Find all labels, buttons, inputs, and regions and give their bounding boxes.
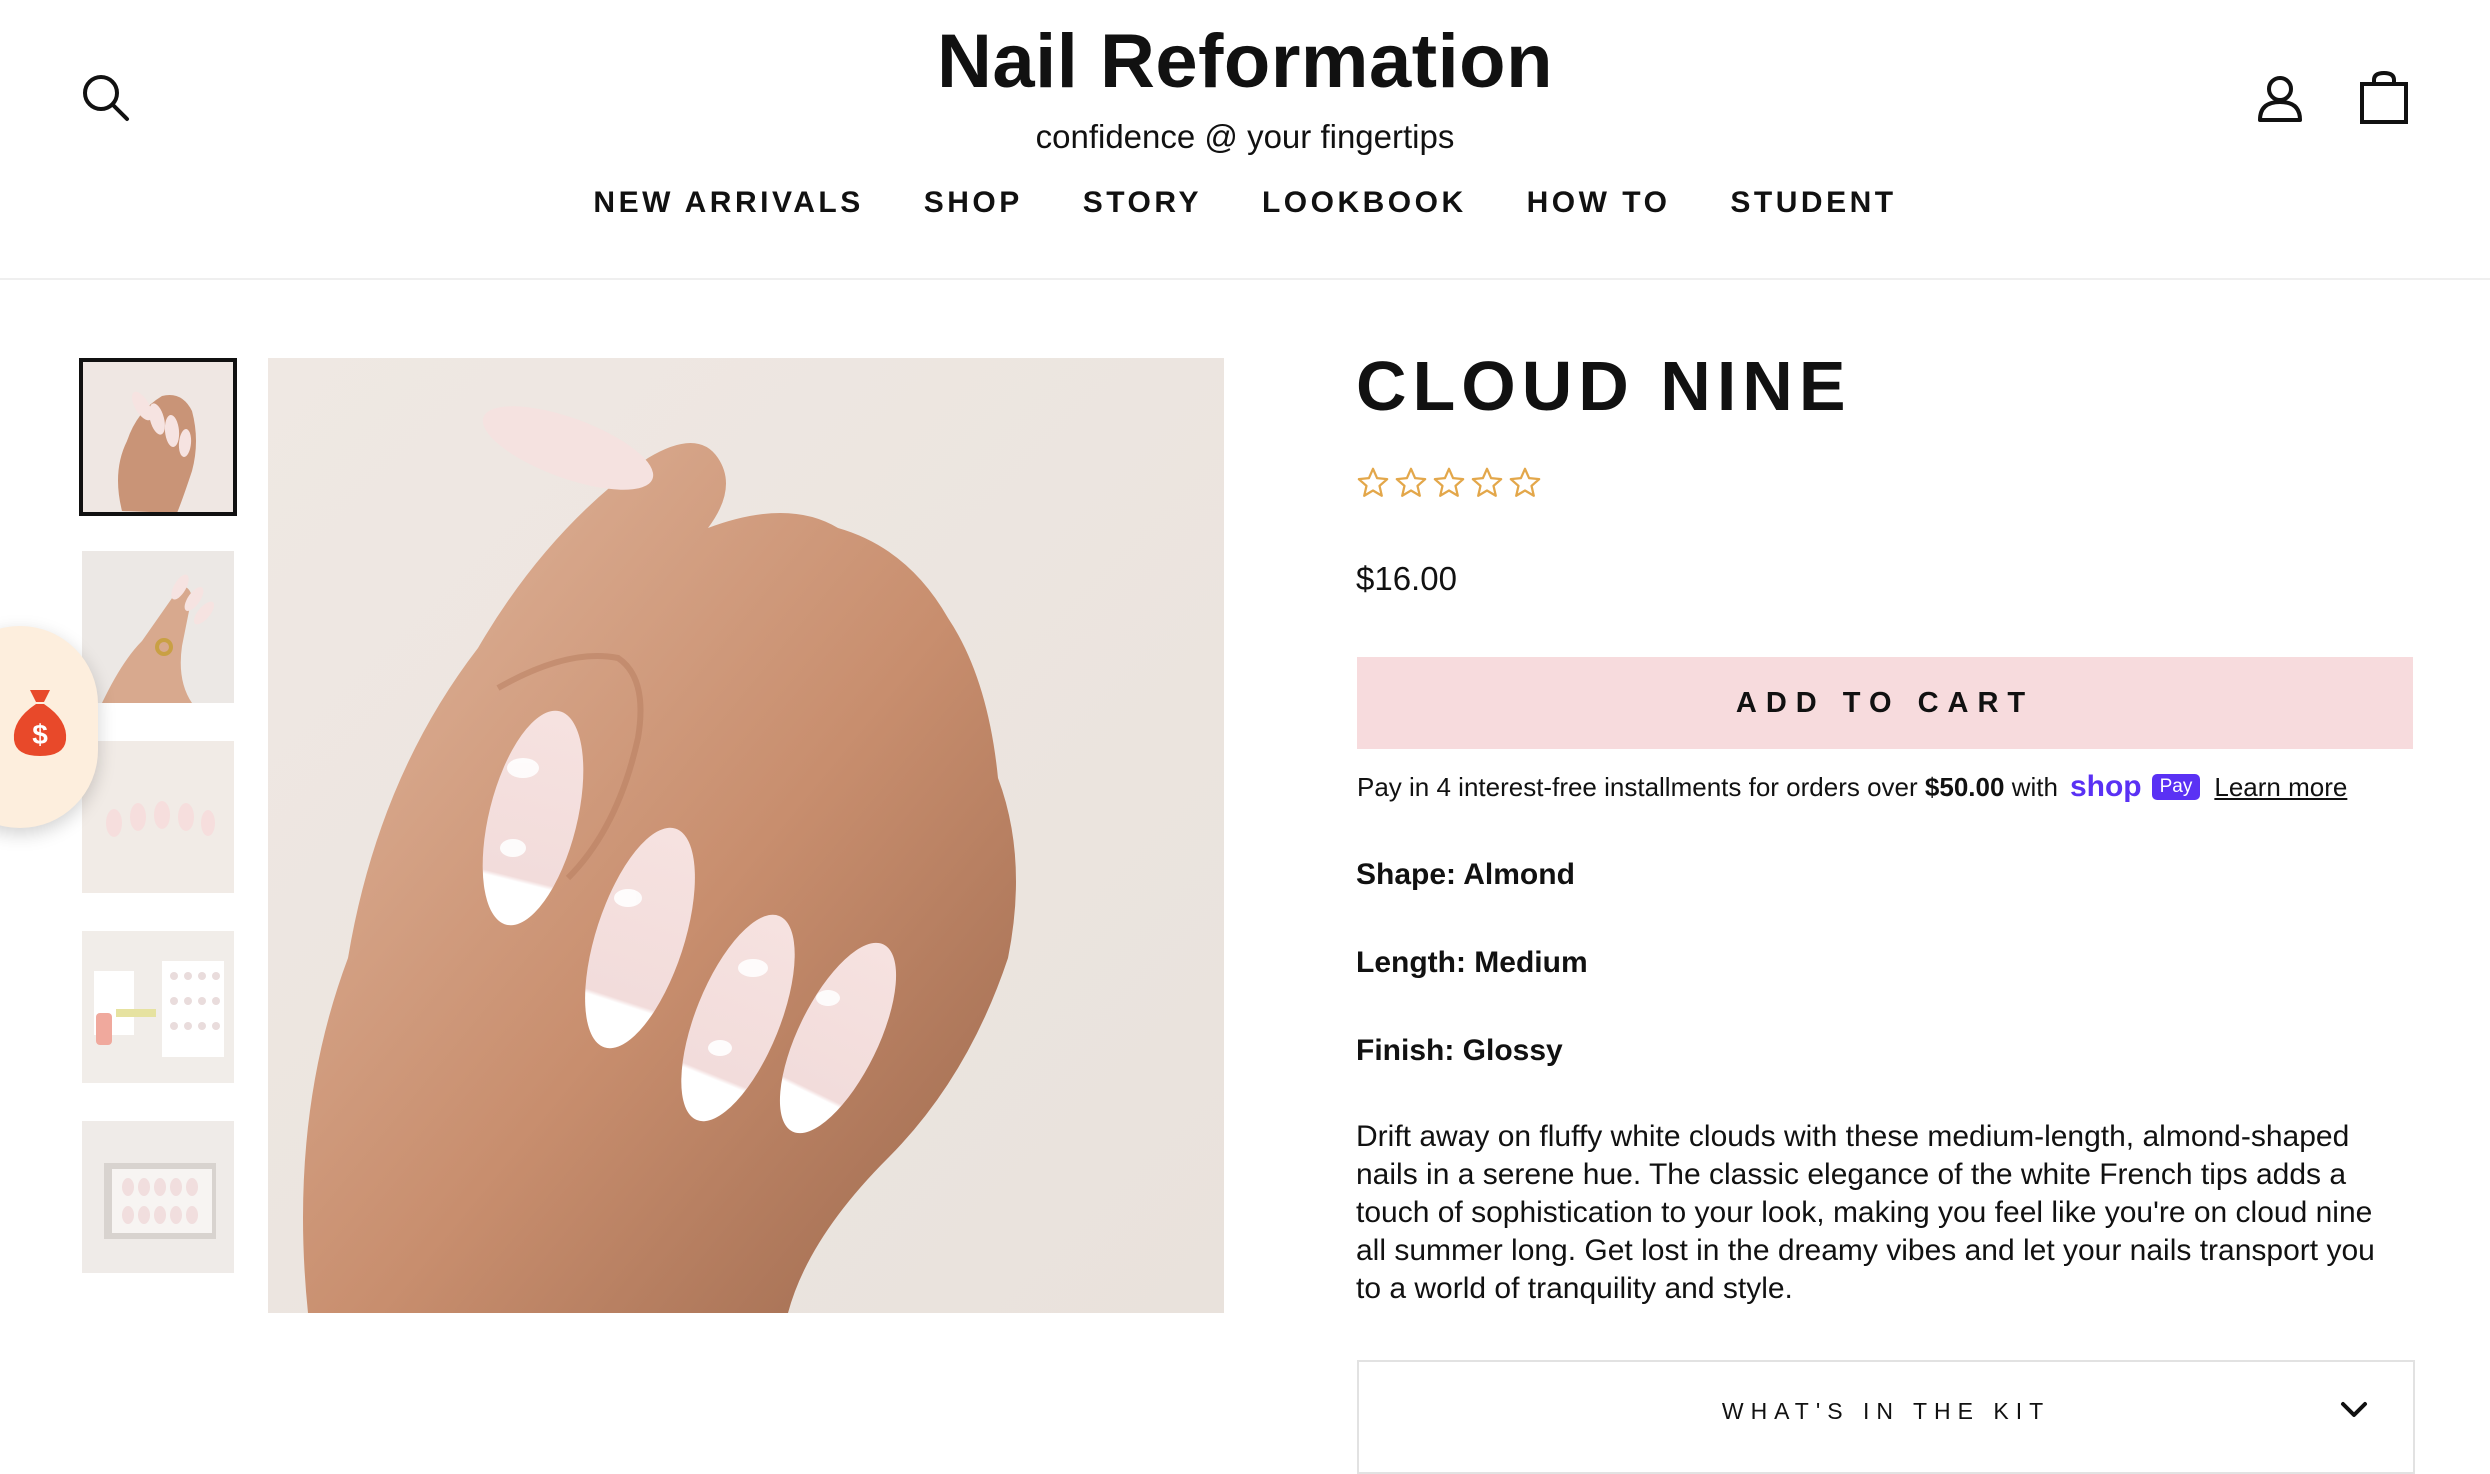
main-product-image[interactable] [268,358,1224,1313]
nav-lookbook[interactable]: LOOKBOOK [1262,186,1467,220]
learn-more-link[interactable]: Learn more [2214,772,2347,803]
installments-threshold: $50.00 [1924,771,2005,802]
cart-icon[interactable] [2358,70,2410,124]
shop-pay-logo: shop [2069,770,2142,803]
shop-pay-installments: Pay in 4 interest-free installments for … [1357,770,2347,804]
thumbnail-hand-nails[interactable] [79,358,237,516]
brand-logo[interactable]: Nail Reformation [0,18,2490,105]
installments-with: with [2011,771,2058,802]
money-bag-icon: $ [13,690,67,756]
spec-shape: Shape: Almond [1356,858,1575,891]
nav-student[interactable]: STUDENT [1730,186,1896,220]
thumbnail-nail-box[interactable] [82,1121,234,1273]
star-empty-icon [1395,467,1427,497]
svg-text:$: $ [32,719,48,750]
star-empty-icon [1471,467,1503,497]
account-icon[interactable] [2254,72,2306,124]
spec-length: Length: Medium [1356,946,1588,979]
thumbnail-kit-contents[interactable] [82,931,234,1083]
spec-finish: Finish: Glossy [1356,1034,1563,1067]
product-price: $16.00 [1356,560,1457,597]
nav-story[interactable]: STORY [1083,186,1202,220]
product-description: Drift away on fluffy white clouds with t… [1356,1120,2375,1305]
main-nav: NEW ARRIVALS SHOP STORY LOOKBOOK HOW TO … [0,186,2490,220]
chevron-down-icon [2341,1402,2367,1417]
installments-text: Pay in 4 interest-free installments for … [1357,771,1918,802]
accordion-label: WHAT'S IN THE KIT [1721,1398,2051,1424]
add-to-cart-button[interactable]: ADD TO CART [1357,657,2413,749]
shop-pay-badge: Pay [2151,774,2201,800]
brand-tagline: confidence @ your fingertips [1035,118,1455,155]
thumbnail-nail-set[interactable] [82,741,234,893]
site-header: Nail Reformation confidence @ your finge… [0,0,2490,280]
nav-new-arrivals[interactable]: NEW ARRIVALS [593,186,863,220]
star-empty-icon [1433,467,1465,497]
rating-stars[interactable] [1356,466,1542,500]
nav-shop[interactable]: SHOP [924,186,1023,220]
star-empty-icon [1357,467,1389,497]
star-empty-icon [1509,467,1541,497]
product-title: CLOUD NINE [1356,347,1852,425]
whats-in-the-kit-accordion[interactable]: WHAT'S IN THE KIT [1357,1360,2415,1474]
nav-how-to[interactable]: HOW TO [1527,186,1671,220]
thumbnail-hand-ring[interactable] [82,551,234,703]
